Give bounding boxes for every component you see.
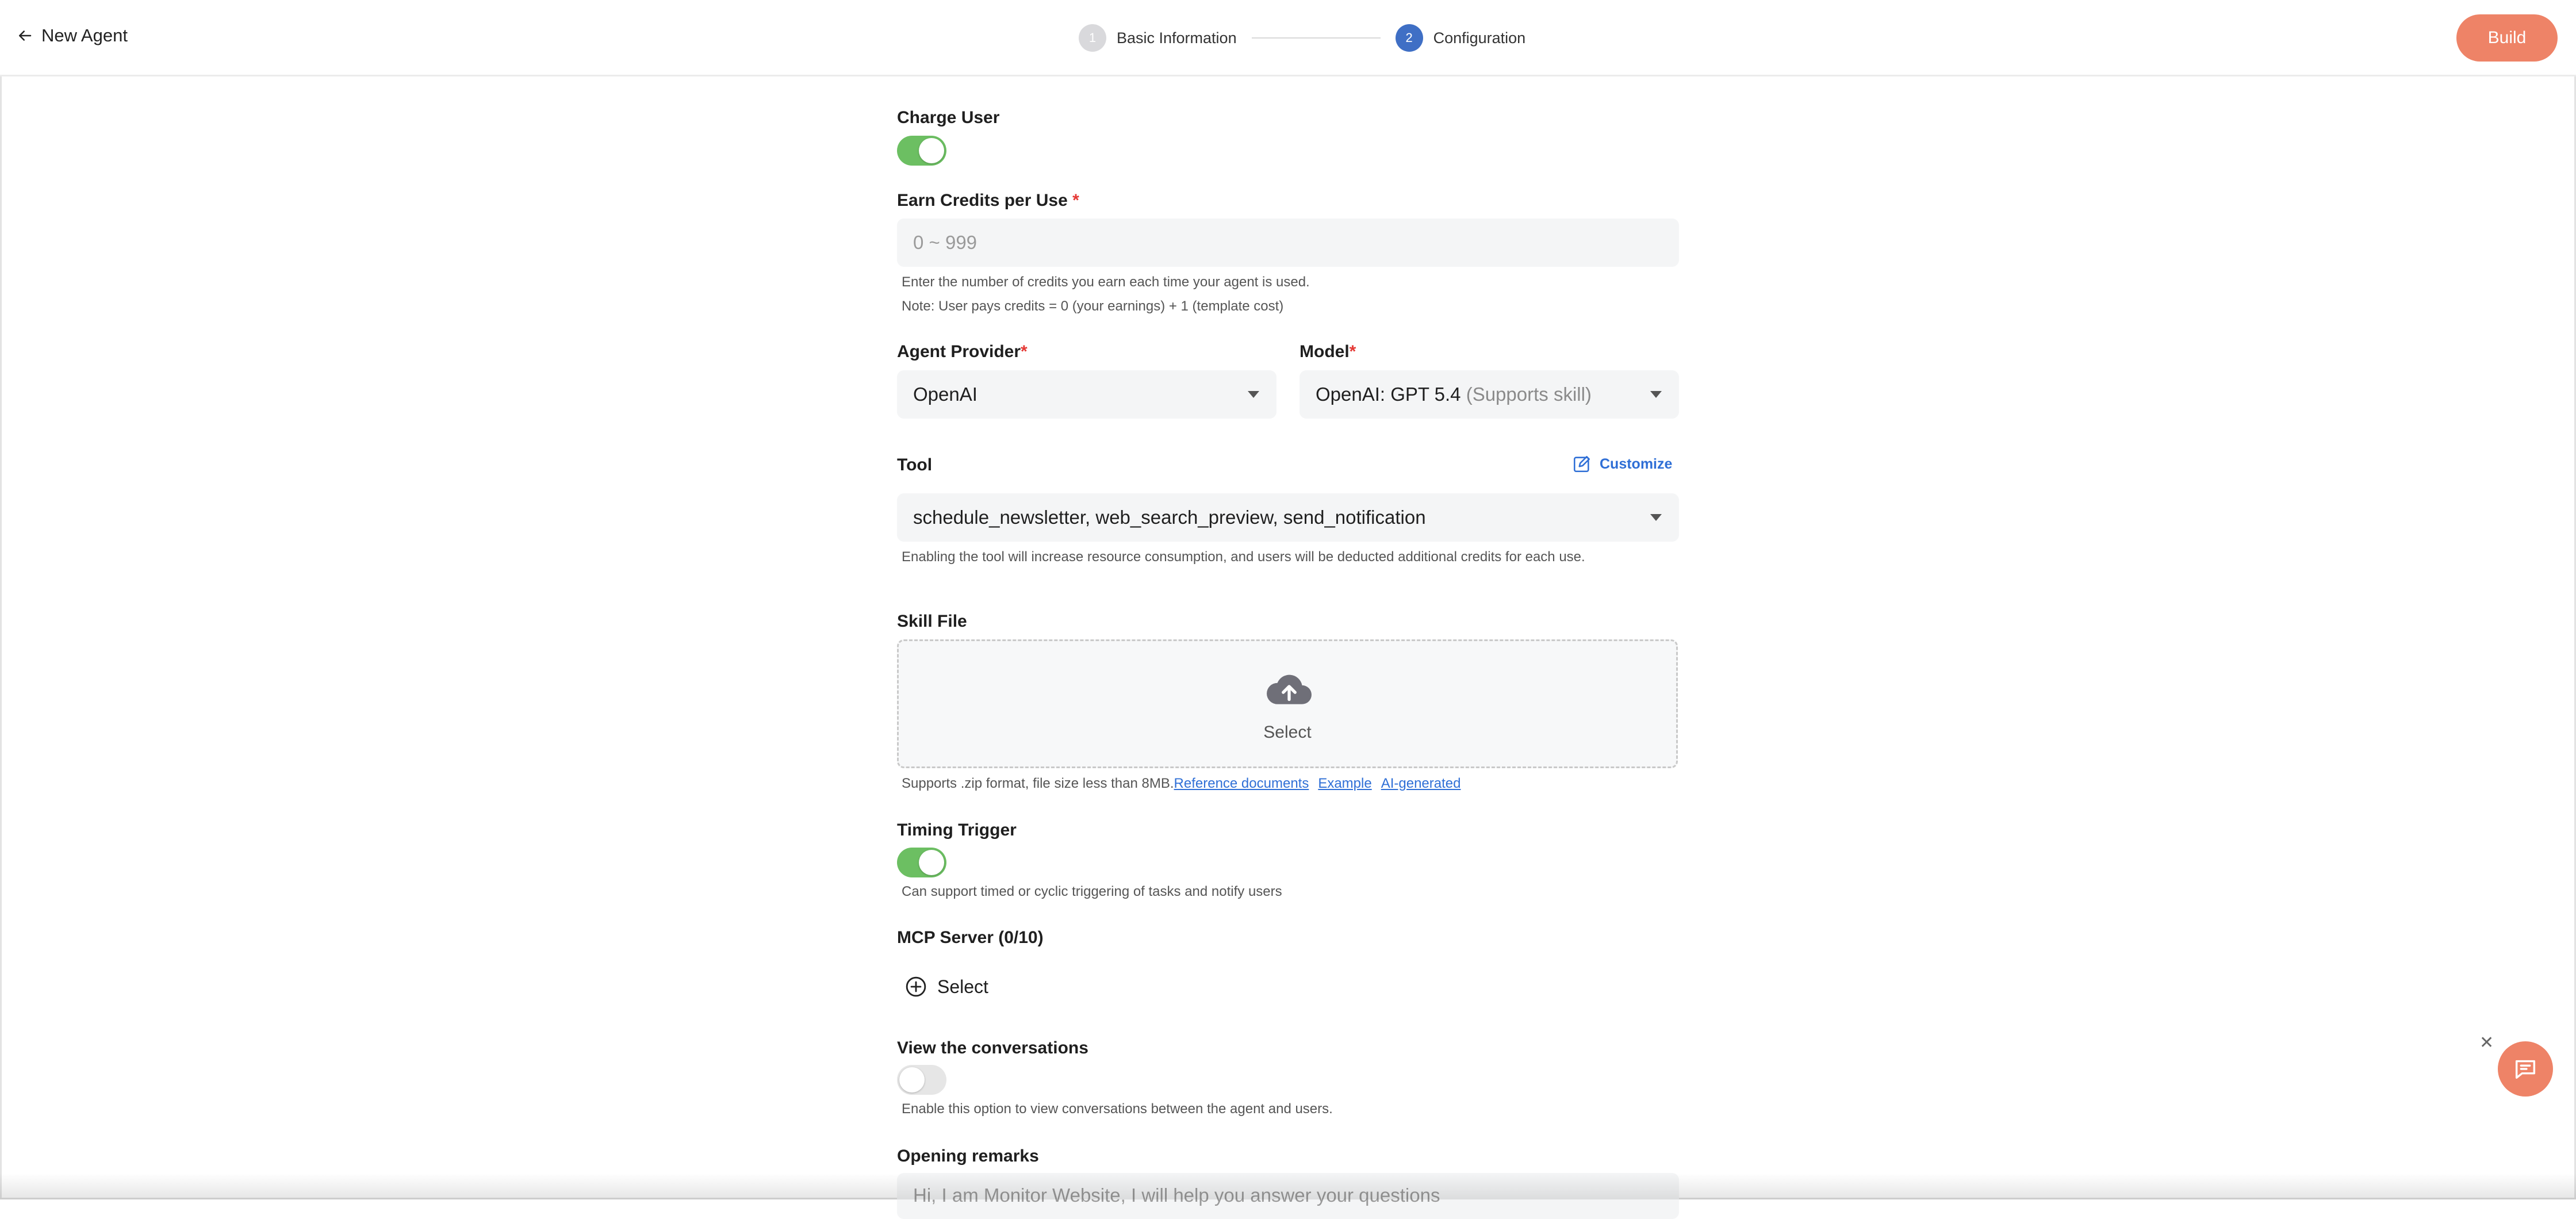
required-mark: * (1349, 342, 1356, 361)
window-frame (0, 0, 2576, 1199)
plus-circle-icon (906, 976, 926, 997)
page-title: New Agent (41, 25, 128, 45)
mcp-select-label: Select (937, 976, 988, 997)
earn-credits-label-text: Earn Credits per Use (897, 191, 1068, 210)
tool-select[interactable]: schedule_newsletter, web_search_preview,… (897, 493, 1679, 542)
close-icon[interactable]: ✕ (2479, 1033, 2494, 1053)
timing-trigger-label: Timing Trigger (897, 821, 1017, 839)
back-button[interactable]: New Agent (16, 25, 128, 46)
toggle-knob (919, 850, 944, 875)
build-button[interactable]: Build (2456, 14, 2558, 62)
skill-file-upload[interactable]: Select (897, 639, 1678, 768)
view-conversations-help: Enable this option to view conversations… (902, 1101, 1333, 1117)
step-connector (1251, 37, 1381, 39)
charge-user-label: Charge User (897, 108, 1000, 127)
tool-help: Enabling the tool will increase resource… (902, 549, 1585, 565)
charge-user-toggle[interactable] (897, 136, 946, 166)
step-1-number: 1 (1079, 24, 1106, 52)
arrow-left-icon (19, 30, 32, 41)
model-label-text: Model (1300, 342, 1350, 361)
model-value: OpenAI: GPT 5.4 (1316, 384, 1461, 405)
chevron-down-icon (1650, 391, 1662, 398)
earn-credits-label: Earn Credits per Use * (897, 191, 1079, 210)
earn-credits-note: Note: User pays credits = 0 (your earnin… (902, 298, 1284, 314)
required-mark: * (1072, 191, 1079, 210)
chevron-down-icon (1248, 391, 1259, 398)
earn-credits-help: Enter the number of credits you earn eac… (902, 274, 1310, 290)
chevron-down-icon (1650, 514, 1662, 521)
view-conversations-label: View the conversations (897, 1038, 1088, 1057)
customize-label: Customize (1600, 455, 1673, 472)
agent-provider-value: OpenAI (913, 384, 977, 405)
required-mark: * (1021, 342, 1028, 361)
timing-trigger-help: Can support timed or cyclic triggering o… (902, 884, 1282, 899)
model-label: Model* (1300, 342, 1356, 362)
agent-provider-select[interactable]: OpenAI (897, 370, 1276, 419)
reference-documents-link[interactable]: Reference documents (1174, 776, 1309, 791)
earn-credits-input[interactable]: 0 ~ 999 (897, 218, 1679, 267)
agent-provider-label: Agent Provider* (897, 342, 1028, 362)
stepper: 1 Basic Information 2 Configuration (1079, 24, 1525, 52)
step-2-number: 2 (1395, 24, 1423, 52)
upload-select-label: Select (1263, 723, 1312, 742)
opening-remarks-label: Opening remarks (897, 1147, 1039, 1166)
customize-button[interactable]: Customize (1572, 454, 1672, 474)
chat-icon (2515, 1060, 2536, 1079)
mcp-select-button[interactable]: Select (905, 976, 988, 998)
agent-provider-label-text: Agent Provider (897, 342, 1021, 361)
skill-file-label: Skill File (897, 612, 967, 631)
toggle-knob (919, 138, 944, 163)
timing-trigger-toggle[interactable] (897, 848, 946, 877)
model-select[interactable]: OpenAI: GPT 5.4 (Supports skill) (1300, 370, 1679, 419)
tool-label: Tool (897, 455, 933, 474)
edit-icon (1573, 455, 1590, 473)
tool-value: schedule_newsletter, web_search_preview,… (913, 507, 1426, 528)
view-conversations-toggle[interactable] (897, 1065, 946, 1095)
top-bar: New Agent 1 Basic Information 2 Configur… (0, 0, 2576, 76)
step-2-label: Configuration (1433, 29, 1526, 47)
example-link[interactable]: Example (1318, 776, 1371, 791)
step-1-label: Basic Information (1117, 29, 1237, 47)
mcp-server-label: MCP Server (0/10) (897, 928, 1044, 947)
skill-file-help-text: Supports .zip format, file size less tha… (902, 776, 1174, 791)
ai-generated-link[interactable]: AI-generated (1381, 776, 1461, 791)
skill-file-help: Supports .zip format, file size less tha… (902, 774, 1460, 793)
bottom-fade (0, 1173, 2576, 1199)
chat-button[interactable] (2498, 1041, 2553, 1097)
model-note: (Supports skill) (1466, 384, 1592, 405)
cloud-upload-icon (1267, 674, 1312, 704)
toggle-knob (899, 1067, 925, 1092)
